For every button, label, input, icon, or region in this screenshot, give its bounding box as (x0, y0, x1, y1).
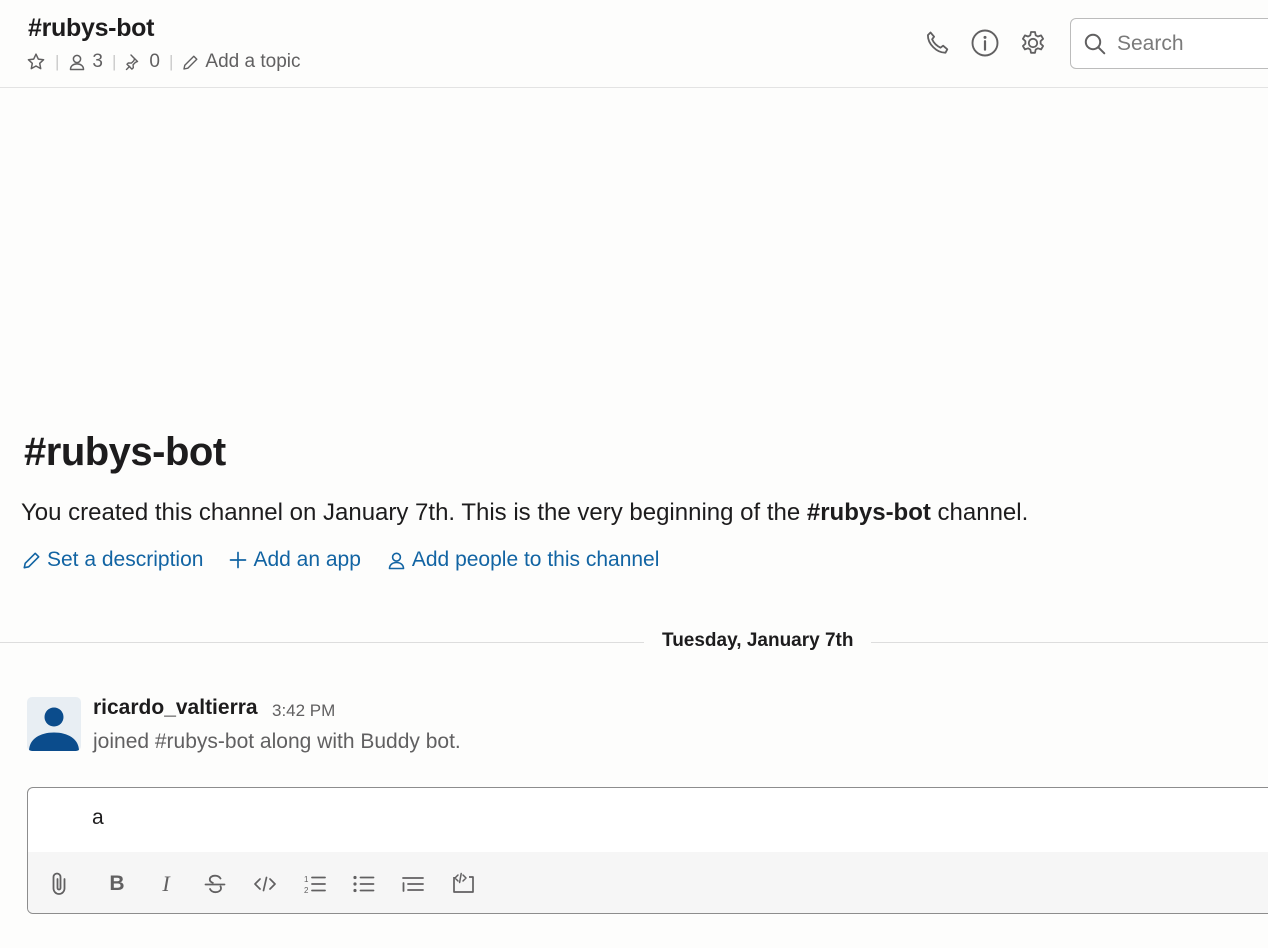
info-icon (971, 29, 999, 57)
intro-description: You created this channel on January 7th.… (21, 499, 1028, 527)
message-composer[interactable]: a B I 1 2 (27, 787, 1268, 914)
pin-icon (126, 54, 139, 71)
date-divider-label[interactable]: Tuesday, January 7th (644, 630, 872, 652)
bulleted-list-button[interactable] (350, 870, 378, 898)
intro-channel-ref[interactable]: #rubys-bot (807, 499, 931, 526)
gear-icon (1022, 31, 1044, 54)
set-description-label: Set a description (47, 548, 204, 571)
call-button[interactable] (922, 28, 952, 58)
channel-meta: | 3 | 0 | Add a topic (26, 50, 301, 74)
attach-button[interactable] (46, 870, 74, 898)
add-app-label: Add an app (253, 548, 361, 571)
code-block-icon (453, 872, 474, 893)
svg-text:1: 1 (304, 875, 309, 884)
channel-settings-button[interactable] (1018, 28, 1048, 58)
composer-toolbar: B I 1 2 (28, 852, 1268, 913)
meta-separator: | (112, 52, 117, 71)
bold-button[interactable]: B (103, 870, 131, 898)
strikethrough-button[interactable] (201, 870, 229, 898)
channel-header: #rubys-bot | 3 | 0 | Add a topic Search (0, 0, 1268, 88)
ordered-list-button[interactable]: 1 2 (301, 870, 329, 898)
message-timestamp[interactable]: 3:42 PM (272, 701, 335, 721)
strikethrough-icon (204, 874, 226, 894)
member-count-button[interactable]: 3 (68, 51, 103, 73)
code-button[interactable] (251, 870, 279, 898)
message-text: joined #rubys-bot along with Buddy bot. (93, 730, 461, 753)
svg-text:2: 2 (304, 886, 309, 895)
blockquote-button[interactable] (399, 870, 427, 898)
pencil-icon (23, 552, 40, 568)
phone-icon (926, 31, 949, 54)
person-icon (388, 551, 405, 569)
add-people-label: Add people to this channel (411, 548, 660, 571)
add-people-link[interactable]: Add people to this channel (387, 548, 660, 572)
ordered-list-icon: 1 2 (304, 875, 326, 895)
avatar[interactable] (27, 697, 81, 751)
star-icon (27, 53, 45, 70)
code-icon (254, 876, 276, 892)
italic-button[interactable]: I (152, 870, 180, 898)
member-icon (70, 54, 85, 71)
channel-details-button[interactable] (970, 28, 1000, 58)
paperclip-icon (52, 872, 66, 895)
search-input[interactable] (1117, 31, 1267, 56)
add-app-link[interactable]: Add an app (229, 548, 361, 572)
intro-actions: Set a description Add an app Add people … (22, 548, 659, 572)
member-count: 3 (92, 51, 103, 72)
star-button[interactable] (26, 52, 46, 72)
code-block-button[interactable] (449, 870, 477, 898)
user-avatar-icon (29, 707, 79, 751)
message-author[interactable]: ricardo_valtierra (93, 696, 258, 720)
pencil-icon (183, 55, 198, 70)
composer-input[interactable]: a (92, 806, 104, 830)
add-topic-label: Add a topic (205, 51, 301, 72)
intro-text-after: channel. (930, 499, 1029, 526)
pinned-count: 0 (149, 51, 160, 72)
add-topic-button[interactable]: Add a topic (182, 51, 301, 73)
intro-title: #rubys-bot (24, 430, 226, 474)
intro-text-before: You created this channel on January 7th.… (21, 499, 807, 526)
bulleted-list-icon (353, 875, 375, 893)
meta-separator: | (55, 52, 60, 71)
plus-icon (230, 551, 247, 569)
search-icon (1084, 33, 1106, 54)
pinned-count-button[interactable]: 0 (125, 51, 160, 73)
search-box[interactable] (1070, 18, 1268, 69)
set-description-link[interactable]: Set a description (22, 548, 203, 572)
meta-separator: | (169, 52, 174, 71)
date-divider-line (0, 642, 1268, 643)
blockquote-icon (402, 877, 424, 892)
channel-title[interactable]: #rubys-bot (28, 14, 154, 43)
